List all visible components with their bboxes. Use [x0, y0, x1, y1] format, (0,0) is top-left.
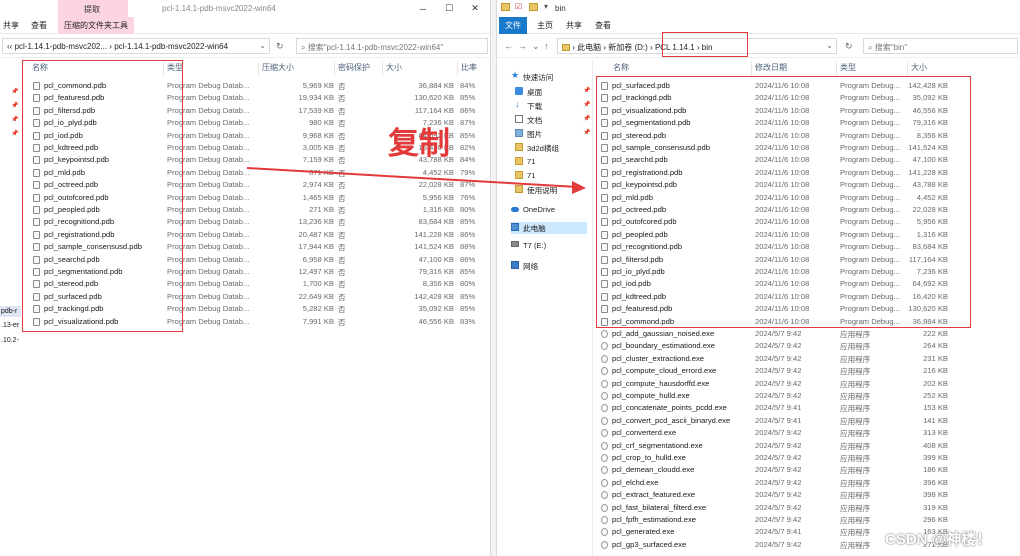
copy-arrow-overlay: [246, 167, 586, 194]
watermark: CSDN @神楼！: [885, 531, 992, 548]
copy-arrow-line: [246, 167, 579, 188]
copy-arrow-head: [572, 181, 586, 194]
